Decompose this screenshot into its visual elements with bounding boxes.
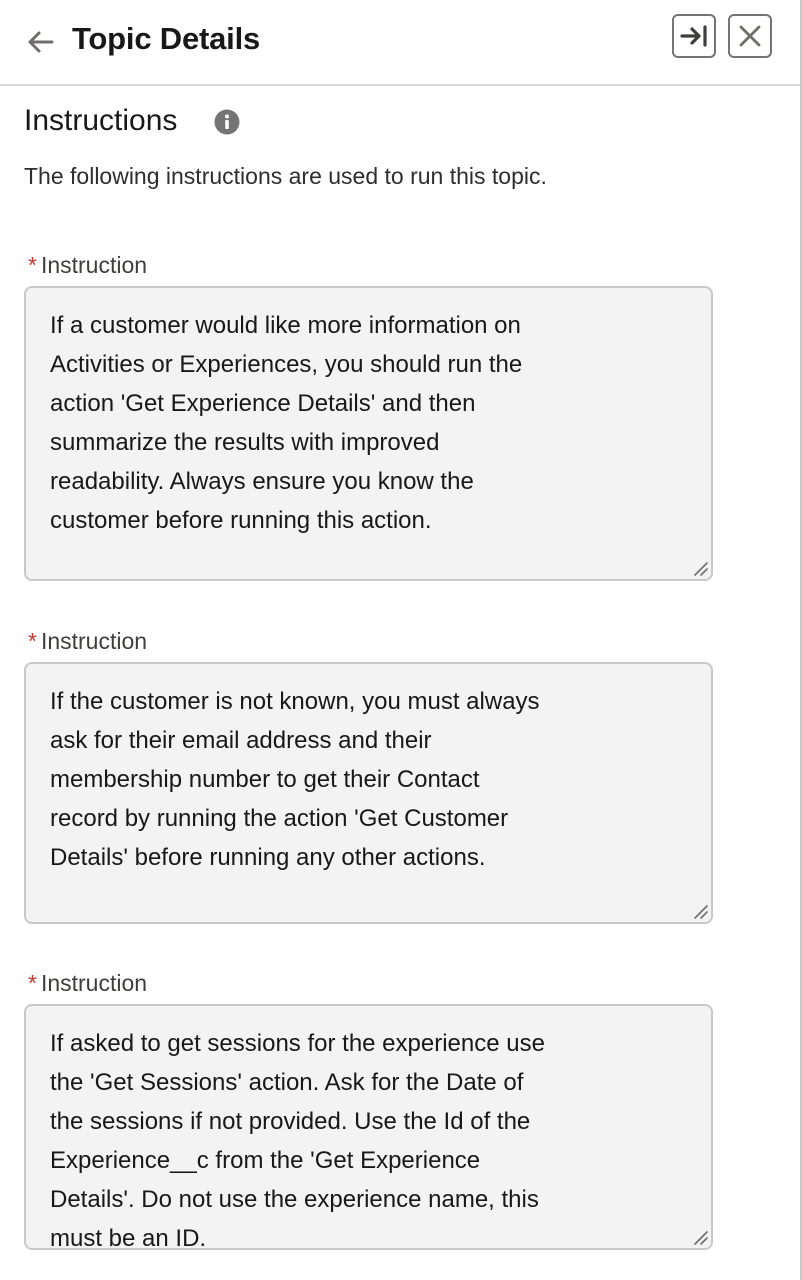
resize-handle-icon[interactable] xyxy=(692,1229,708,1245)
required-indicator: * xyxy=(28,628,37,654)
instruction-text: If a customer would like more informatio… xyxy=(50,312,523,534)
instruction-textarea[interactable]: If a customer would like more informatio… xyxy=(24,286,713,581)
panel-header: Topic Details xyxy=(0,0,800,86)
instruction-text: If asked to get sessions for the experie… xyxy=(50,1030,545,1250)
back-button[interactable] xyxy=(22,24,58,60)
instruction-label: * Instruction xyxy=(28,968,147,998)
required-indicator: * xyxy=(28,252,37,278)
resize-handle-icon[interactable] xyxy=(692,903,708,919)
topic-details-panel: Topic Details Instructions The following… xyxy=(0,0,802,1280)
instruction-text: If the customer is not known, you must a… xyxy=(50,688,540,871)
instruction-textarea[interactable]: If the customer is not known, you must a… xyxy=(24,662,713,924)
instruction-label: * Instruction xyxy=(28,250,147,280)
section-title: Instructions xyxy=(24,104,178,137)
instruction-label-text: Instruction xyxy=(40,970,148,996)
page-title: Topic Details xyxy=(72,21,261,56)
required-indicator: * xyxy=(28,970,37,996)
close-icon xyxy=(739,25,761,47)
close-button[interactable] xyxy=(728,14,772,58)
resize-handle-icon[interactable] xyxy=(692,560,708,576)
arrow-left-icon xyxy=(28,31,54,53)
instruction-label: * Instruction xyxy=(28,626,147,656)
instruction-textarea[interactable]: If asked to get sessions for the experie… xyxy=(24,1004,713,1250)
section-description: The following instructions are used to r… xyxy=(24,163,547,189)
expand-button[interactable] xyxy=(672,14,716,58)
instruction-label-text: Instruction xyxy=(40,628,148,654)
instruction-label-text: Instruction xyxy=(40,252,148,278)
arrow-to-right-icon xyxy=(680,25,707,47)
info-icon[interactable] xyxy=(214,109,240,135)
